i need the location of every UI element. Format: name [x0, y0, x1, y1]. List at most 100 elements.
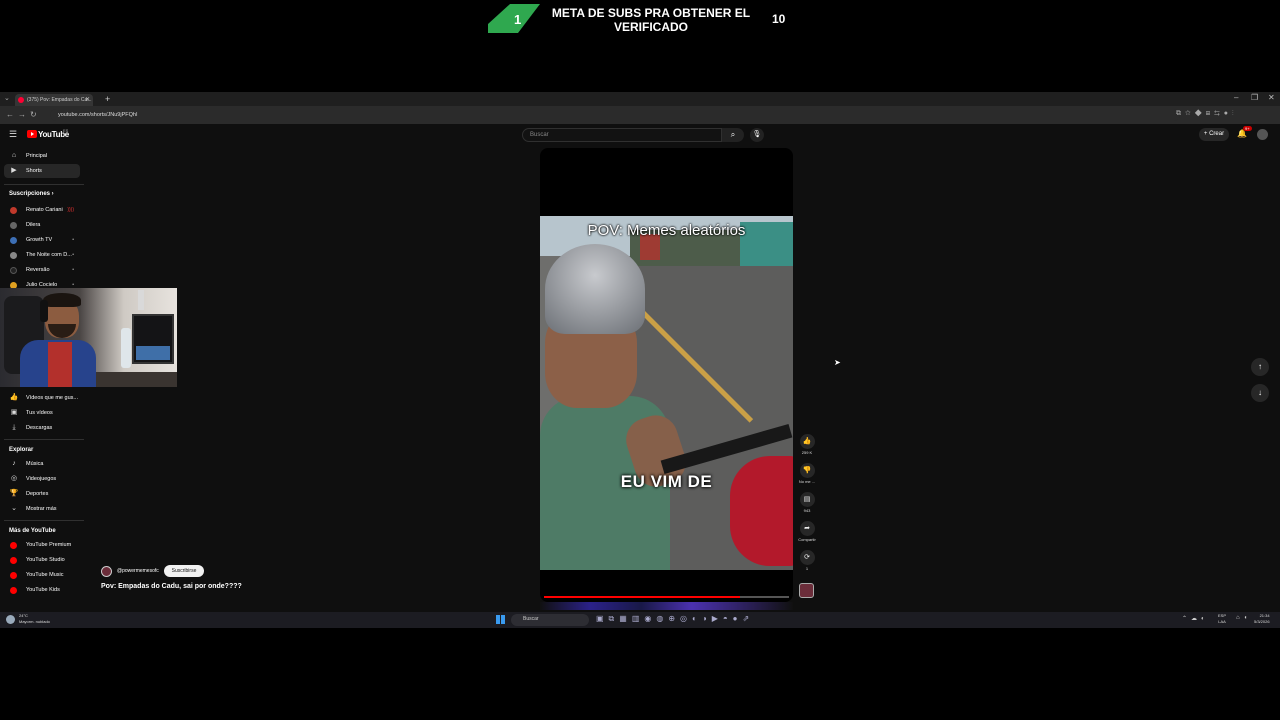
sidebar-item-gaming[interactable]: ◎ Videojuegos — [4, 472, 80, 486]
desk — [90, 372, 177, 387]
next-short-button[interactable]: ↓ — [1251, 384, 1269, 402]
comments-button[interactable]: ▤ 943 — [797, 492, 817, 513]
share-label: Compartir — [798, 537, 816, 542]
sidebar-item-shorts[interactable]: ▶ Shorts — [4, 164, 80, 178]
subscriptions-heading[interactable]: Suscripciones › — [9, 191, 54, 197]
comment-count: 943 — [803, 508, 811, 513]
tab-list-icon[interactable]: ⌄ — [4, 94, 10, 102]
taskbar-clock[interactable]: 21:34 5/3/2026 — [1254, 613, 1270, 625]
short-title[interactable]: Pov: Empadas do Cadu, sai por onde???? — [101, 583, 242, 590]
goal-target-count: 10 — [772, 12, 786, 26]
video-caption-top: POV: Memes aleatórios — [587, 222, 746, 239]
search-button[interactable]: ⌕ — [722, 128, 744, 142]
thumbs-up-icon: 👍 — [9, 394, 19, 401]
share-button[interactable]: ➦ Compartir — [797, 521, 817, 542]
channel-avatar — [10, 267, 17, 274]
sidebar-item-youtube-studio[interactable]: YouTube Studio — [4, 553, 80, 567]
sidebar-item-label: Principal — [26, 153, 48, 159]
voice-search-button[interactable]: 🎙 — [750, 128, 764, 142]
account-avatar[interactable] — [1257, 129, 1268, 140]
mouse-cursor-icon: ➤ — [834, 358, 841, 367]
new-content-dot: • — [72, 267, 74, 273]
channel-name[interactable]: @powermemesofc — [117, 568, 159, 574]
video-frame: POV: Memes aleatórios EU VIM DE — [540, 216, 793, 570]
sidebar-item-subscription[interactable]: The Noite com D... • — [4, 248, 80, 262]
sidebar-item-show-more[interactable]: ⌄ Mostrar más — [4, 502, 80, 516]
share-icon: ➦ — [799, 521, 815, 536]
previous-short-button[interactable]: ↑ — [1251, 358, 1269, 376]
channel-avatar[interactable] — [101, 566, 112, 577]
sidebar-item-subscription[interactable]: Renato Cariani )))) — [4, 203, 80, 217]
trophy-icon: 🏆 — [9, 490, 19, 497]
like-button[interactable]: 👍 259 K — [797, 434, 817, 455]
create-button[interactable]: + Crear — [1199, 128, 1229, 141]
more-from-youtube-heading: Más de YouTube — [9, 528, 56, 534]
network-volume-icons[interactable]: ⌂◖ — [1236, 615, 1251, 621]
windows-taskbar: 24°C Mayorm. nublado Buscar ▣⧉▦▥◉◍⊕◎◐◑▶◓… — [0, 612, 1280, 628]
close-window-icon[interactable]: ✕ — [1268, 93, 1275, 102]
remix-icon: ⟳ — [799, 550, 815, 565]
extension-icons[interactable]: ⧉☆◆⊞⇆●⋮ — [1176, 110, 1238, 118]
search-input[interactable]: Buscar — [522, 128, 722, 142]
maximize-icon[interactable]: ❐ — [1251, 93, 1258, 102]
sidebar-item-sports[interactable]: 🏆 Deportes — [4, 487, 80, 501]
youtube-studio-icon — [10, 557, 17, 564]
sidebar-item-your-videos[interactable]: ▣ Tus vídeos — [4, 406, 80, 420]
sidebar-item-label: Shorts — [26, 168, 42, 174]
new-content-dot: • — [72, 252, 74, 258]
youtube-logo-icon[interactable] — [27, 130, 37, 138]
video-progress-fill — [544, 596, 740, 598]
sidebar-item-subscription[interactable]: Dilera — [4, 218, 80, 232]
video-progress-bar[interactable] — [544, 596, 789, 598]
tab-title: (375) Pov: Empadas do Ca... — [27, 97, 92, 103]
sidebar-item-youtube-kids[interactable]: YouTube Kids — [4, 583, 80, 597]
url-field[interactable]: youtube.com/shorts/JNu9jPFQhI — [50, 109, 1180, 121]
new-tab-icon[interactable]: + — [105, 94, 110, 104]
water-bottle — [121, 328, 131, 368]
keyboard-layout: LAA — [1218, 619, 1226, 624]
audio-track-thumbnail[interactable] — [799, 583, 814, 598]
sidebar-item-subscription[interactable]: Reversão • — [4, 263, 80, 277]
subscribe-button[interactable]: Suscribirse — [164, 565, 204, 577]
goal-title: META DE SUBS PRA OBTENER EL VERIFICADO — [551, 6, 751, 34]
windows-start-icon[interactable] — [496, 615, 505, 624]
sidebar-item-label: Vídeos que me gus... — [26, 395, 78, 401]
hamburger-menu-icon[interactable]: ☰ — [9, 129, 17, 140]
taskbar-search[interactable]: Buscar — [511, 614, 589, 626]
language-indicator[interactable]: ESP LAA — [1218, 613, 1226, 625]
sidebar-item-label: Dilera — [26, 222, 41, 228]
dislike-button[interactable]: 👎 No me ... — [797, 463, 817, 484]
notification-count-badge: 9+ — [1243, 126, 1252, 131]
close-tab-icon[interactable]: ✕ — [85, 96, 90, 103]
home-icon: ⌂ — [11, 152, 17, 159]
remix-button[interactable]: ⟳ 1 — [797, 550, 817, 571]
video-icon: ▣ — [10, 409, 18, 416]
headset — [40, 300, 48, 322]
weather-widget[interactable]: 24°C Mayorm. nublado — [19, 613, 50, 625]
youtube-favicon-icon — [18, 97, 24, 103]
system-tray-icons[interactable]: ⌃☁◐ — [1182, 615, 1209, 622]
sidebar-item-subscription[interactable]: Growth TV • — [4, 233, 80, 247]
weather-cloud-icon[interactable] — [6, 615, 15, 624]
url-text: youtube.com/shorts/JNu9jPFQhI — [58, 112, 138, 118]
monitor-screen — [136, 346, 170, 360]
sidebar-item-youtube-music[interactable]: YouTube Music — [4, 568, 80, 582]
sidebar-item-downloads[interactable]: ⤓ Descargas — [4, 421, 80, 435]
chevron-down-icon: ⌄ — [11, 505, 17, 512]
sidebar-item-music[interactable]: ♪ Música — [4, 457, 80, 471]
gaming-icon: ◎ — [10, 475, 18, 482]
sidebar-item-liked-videos[interactable]: 👍 Vídeos que me gus... — [4, 391, 80, 405]
download-icon: ⤓ — [12, 424, 16, 431]
shorts-video-player[interactable]: POV: Memes aleatórios EU VIM DE — [540, 148, 793, 602]
sidebar-item-principal[interactable]: ⌂ Principal — [4, 149, 80, 163]
stream-goal-overlay: 1 META DE SUBS PRA OBTENER EL VERIFICADO… — [0, 0, 1280, 92]
youtube-premium-icon — [10, 542, 17, 549]
sidebar-item-label: Renato Cariani — [26, 207, 63, 213]
browser-tab[interactable]: (375) Pov: Empadas do Ca... ✕ — [15, 94, 93, 106]
sidebar-item-youtube-premium[interactable]: YouTube Premium — [4, 538, 80, 552]
navigation-icons[interactable]: ←→↻ — [6, 110, 41, 119]
taskbar-app-icons[interactable]: ▣⧉▦▥◉◍⊕◎◐◑▶◓●⇗ — [596, 614, 754, 624]
explore-heading: Explorar — [9, 447, 34, 453]
minimize-icon[interactable]: – — [1234, 93, 1238, 102]
tab-strip: ⌄ (375) Pov: Empadas do Ca... ✕ + – ❐ ✕ — [0, 92, 1280, 106]
